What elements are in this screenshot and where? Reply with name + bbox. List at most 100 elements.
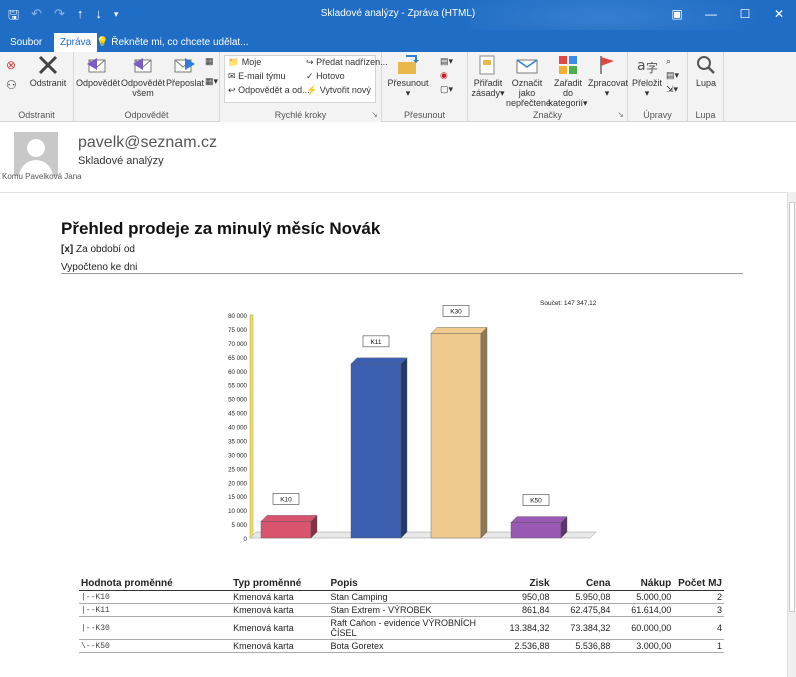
table-cell: Kmenová karta: [231, 603, 329, 617]
assign-policy-button[interactable]: Přiřadit zásady▾: [470, 54, 506, 99]
forward-button[interactable]: Přeposlat: [166, 54, 204, 88]
y-tick-label: 20 000: [228, 480, 247, 487]
find-icon[interactable]: ⌕: [666, 56, 671, 67]
select-icon[interactable]: ⇲▾: [666, 84, 678, 95]
ignore-icon[interactable]: ⊗: [6, 58, 16, 72]
quick-step-team-email[interactable]: ✉ E-mail týmu: [228, 71, 286, 82]
table-header-cell: Nákup: [612, 577, 674, 591]
magnifier-icon: [697, 56, 715, 74]
move-button[interactable]: Přesunout ▾: [384, 54, 432, 99]
maximize-icon[interactable]: ☐: [728, 0, 762, 30]
group-zoom: Lupa Lupa: [688, 52, 724, 122]
scrollbar-thumb[interactable]: [789, 202, 795, 612]
y-tick-label: 55 000: [228, 383, 247, 390]
quick-step-to-manager[interactable]: ↪ Předat nadřízen...: [306, 57, 388, 68]
reply-all-icon: [133, 58, 152, 73]
table-row: \--K50 Kmenová karta Bota Goretex 2.536,88 5…: [79, 639, 724, 653]
translate-icon: a字: [637, 58, 658, 75]
actions-icon[interactable]: ▢▾: [440, 84, 453, 95]
quick-step-create-new[interactable]: ⚡ Vytvořit nový: [306, 85, 371, 96]
bar-label: K11: [370, 339, 381, 346]
table-header-cell: Hodnota proměnné: [79, 577, 232, 591]
meeting-respond-icon[interactable]: ▦▾: [205, 76, 218, 87]
more-respond-icon[interactable]: ▦: [205, 56, 214, 67]
categories-icon: [559, 56, 577, 74]
ribbon-tabs: Soubor Zpráva 💡 Řekněte mi, co chcete ud…: [0, 30, 796, 52]
table-cell: 3.000,00: [612, 639, 674, 653]
dialog-launcher-icon[interactable]: ↘: [371, 110, 378, 119]
y-tick-label: 40 000: [228, 425, 247, 432]
table-cell: 3: [673, 603, 724, 617]
group-label-quick-steps: Rychlé kroky: [274, 110, 327, 120]
tab-file[interactable]: Soubor: [4, 33, 48, 52]
onenote-icon[interactable]: ◉: [440, 70, 448, 81]
table-cell: 1: [673, 639, 724, 653]
table-header-cell: Cena: [551, 577, 613, 591]
tab-message[interactable]: Zpráva: [54, 33, 98, 52]
table-cell: Kmenová karta: [231, 639, 329, 653]
y-axis-wall: [249, 314, 254, 539]
categorize-button[interactable]: Zařadit do kategorií▾: [548, 54, 588, 109]
bar-label: K30: [450, 308, 462, 315]
bar-k30: [430, 333, 482, 539]
table-header-cell: Popis: [328, 577, 501, 591]
bar-label: K50: [530, 498, 542, 505]
reply-button[interactable]: Odpovědět: [76, 54, 120, 88]
sales-table: Hodnota proměnné Typ proměnné Popis Zisk Cen…: [79, 577, 724, 653]
y-tick-label: 50 000: [228, 397, 247, 404]
translate-button[interactable]: a字 Přeložit ▾: [630, 54, 664, 99]
table-cell: 2.536,88: [500, 639, 552, 653]
minimize-icon[interactable]: —: [694, 0, 728, 30]
y-tick-label: 15 000: [228, 494, 247, 501]
report-divider: [61, 273, 743, 274]
table-cell: Kmenová karta: [231, 590, 329, 604]
table-cell: Stan Camping: [328, 590, 501, 604]
period-mark: [x]: [61, 244, 74, 255]
forward-manager-icon: ↪: [306, 57, 314, 67]
cleanup-icon[interactable]: ⚇: [6, 78, 17, 92]
group-delete: ⊗ ⚇ Odstranit Odstranit: [0, 52, 74, 122]
table-row: |--K11 Kmenová karta Stan Extrem - VÝROBEK…: [79, 603, 724, 617]
email-icon: ✉: [228, 71, 236, 81]
table-cell: 13.384,32: [500, 616, 552, 640]
lightbulb-icon: 💡: [96, 37, 109, 48]
title-bar: 🖫 ↶ ↷ ↑ ↓ ▾ Skladové analýzy - Zpráva (H…: [0, 0, 796, 56]
group-move: Přesunout ▾ ▤▾ ◉ ▢▾ Přesunout: [382, 52, 468, 122]
reply-all-button[interactable]: Odpovědět všem: [120, 54, 166, 98]
mark-unread-button[interactable]: Označit jako nepřečtené: [506, 54, 551, 108]
y-tick-label: 75 000: [228, 327, 247, 334]
ribbon: ⊗ ⚇ Odstranit Odstranit Odpovědět Odpově…: [0, 52, 796, 122]
close-icon[interactable]: ✕: [762, 0, 796, 30]
quick-step-done[interactable]: ✓ Hotovo: [306, 71, 345, 82]
zoom-button[interactable]: Lupa: [690, 54, 722, 88]
table-cell: Stan Extrem - VÝROBEK: [328, 603, 501, 617]
recipient-name[interactable]: Pavelková Jana: [25, 172, 81, 181]
recipient-label: Komu: [2, 172, 23, 181]
tell-me-box[interactable]: 💡 Řekněte mi, co chcete udělat...: [96, 33, 249, 52]
lightning-icon: ⚡: [306, 85, 318, 95]
y-tick-label: 45 000: [228, 411, 247, 418]
ribbon-display-options-icon[interactable]: ▣: [660, 0, 694, 30]
rules-icon[interactable]: ▤▾: [440, 56, 453, 67]
group-label-edit: Úpravy: [643, 110, 672, 120]
table-cell: 62.475,84: [551, 603, 613, 617]
period-text: Za období od: [76, 244, 135, 255]
delete-button[interactable]: Odstranit: [26, 54, 70, 88]
bar-side: [480, 326, 488, 539]
body-scrollbar[interactable]: [787, 192, 796, 677]
follow-up-button[interactable]: Zpracovat ▾: [588, 54, 628, 99]
table-cell: Raft Caňon - evidence VÝROBNÍCH ČÍSEL: [328, 616, 501, 640]
svg-text:字: 字: [646, 60, 658, 75]
group-label-tags: Značky: [532, 110, 562, 120]
sender-address[interactable]: pavelk@seznam.cz: [78, 134, 217, 152]
bar-k10: [260, 521, 312, 539]
quick-step-reply-delete[interactable]: ↩ Odpovědět a od...: [228, 85, 310, 96]
recipient-line: Komu Pavelková Jana: [2, 172, 82, 181]
table-header-cell: Typ proměnné: [231, 577, 329, 591]
y-tick-label: 25 000: [228, 466, 247, 473]
quick-step-mine[interactable]: 📁 Moje: [228, 57, 261, 68]
table-cell: 5.000,00: [612, 590, 674, 604]
related-icon[interactable]: ▤▾: [666, 70, 679, 81]
tags-launcher-icon[interactable]: ↘: [617, 110, 624, 119]
bar-k50: [510, 522, 562, 539]
